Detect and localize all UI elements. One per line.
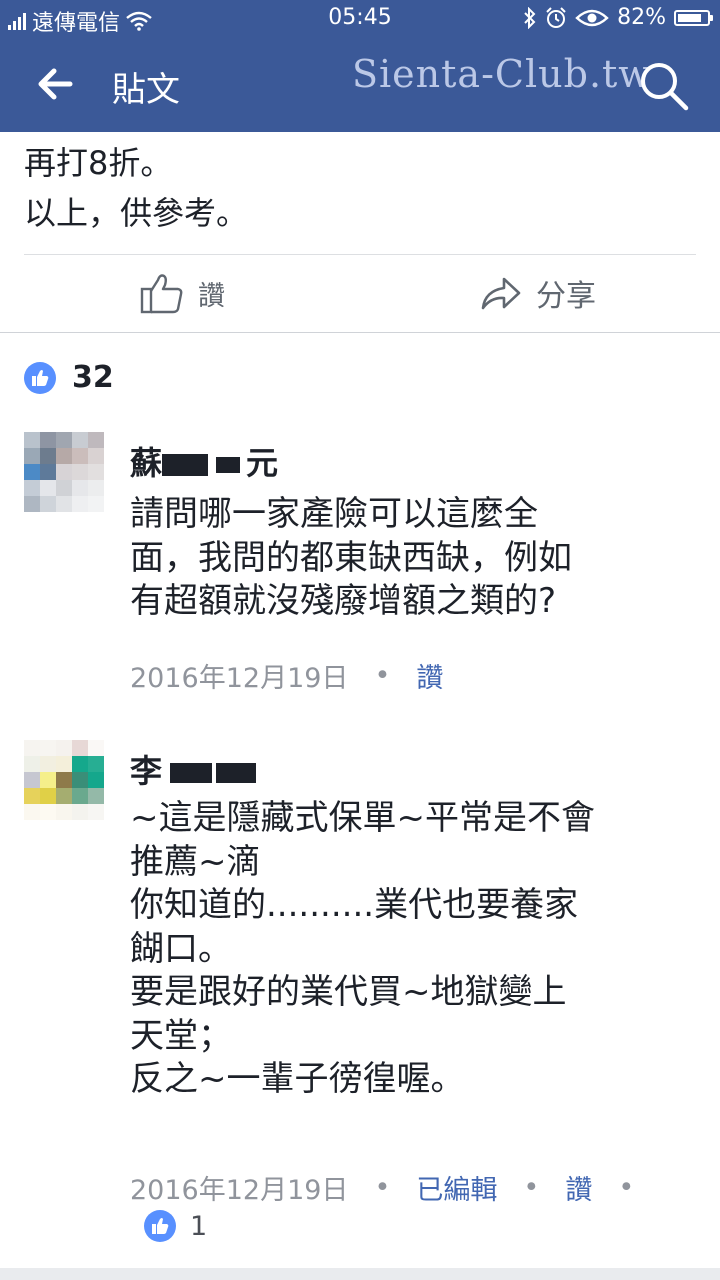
comment-line: 要是跟好的業代買~地獄變上	[130, 972, 567, 1012]
comment-line: ~這是隱藏式保單~平常是不會	[130, 798, 595, 838]
search-icon	[641, 63, 689, 111]
avatar[interactable]	[24, 740, 104, 820]
share-button[interactable]: 分享	[480, 270, 596, 316]
like-count: 1	[190, 1210, 208, 1242]
section-divider	[0, 332, 720, 333]
redaction-block	[162, 454, 209, 476]
comment-line: 你知道的..........業代也要養家	[130, 885, 579, 925]
comment-text: ~這是隱藏式保單~平常是不會 推薦~滴 你知道的..........業代也要養家…	[130, 797, 595, 1102]
comment-meta: 2016年12月19日 • 讚	[130, 656, 443, 695]
comment-line: 天堂；	[130, 1015, 232, 1056]
share-label: 分享	[536, 279, 596, 314]
status-right: 82%	[523, 5, 713, 30]
like-reaction-icon	[144, 1210, 176, 1242]
comment-line: 有超額就沒殘廢增額之類的?	[130, 581, 557, 621]
watermark: Sienta-Club.tw	[352, 52, 652, 96]
comment-text: 請問哪一家產險可以這麼全 面，我問的都東缺西缺，例如 有超額就沒殘廢增額之類的?	[130, 493, 572, 624]
like-reaction-icon	[24, 361, 56, 394]
redaction-block	[170, 763, 213, 783]
bluetooth-icon	[524, 6, 536, 29]
eye-icon	[575, 9, 609, 26]
comment-date[interactable]: 2016年12月19日	[130, 1168, 348, 1207]
separator-dot: •	[374, 660, 391, 691]
post-text: 再打8折。 以上，供參考。	[24, 138, 248, 238]
comment-date[interactable]: 2016年12月19日	[130, 656, 348, 695]
post-line: 再打8折。	[24, 144, 173, 182]
comment-line: 反之~一輩子徬徨喔。	[130, 1059, 465, 1099]
comment-author[interactable]: 蘇 元	[130, 440, 278, 482]
battery-percent: 82%	[617, 5, 666, 30]
search-button[interactable]	[636, 58, 692, 114]
separator-dot: •	[374, 1172, 391, 1203]
back-button[interactable]	[30, 58, 82, 110]
redaction-block	[216, 763, 257, 783]
battery-fill	[678, 13, 701, 22]
thumbs-up-icon	[140, 274, 183, 314]
author-name-start: 李	[130, 752, 163, 790]
comment-line: 請問哪一家產險可以這麼全	[130, 494, 538, 534]
comment-like-link[interactable]: 讚	[416, 656, 443, 695]
separator-dot: •	[618, 1172, 635, 1203]
comment-line: 餬口。	[130, 928, 232, 969]
back-arrow-icon	[38, 68, 73, 100]
like-button[interactable]: 讚	[140, 270, 225, 316]
share-arrow-icon	[481, 277, 521, 310]
page-title: 貼文	[112, 70, 180, 110]
divider	[24, 254, 696, 255]
app-header: 貼文 Sienta-Club.tw	[0, 36, 720, 132]
reaction-count: 32	[72, 360, 114, 395]
comment-like-count[interactable]: 1	[144, 1210, 207, 1242]
author-name-end: 元	[246, 444, 279, 482]
status-bar: 遠傳電信 05:45 82%	[0, 0, 720, 36]
post-line: 以上，供參考。	[24, 194, 249, 232]
edited-label[interactable]: 已編輯	[416, 1168, 497, 1207]
author-name-start: 蘇	[130, 444, 163, 482]
alarm-icon	[546, 6, 566, 28]
separator-dot: •	[523, 1172, 540, 1203]
comment-meta: 2016年12月19日 • 已編輯 • 讚 •	[130, 1168, 634, 1207]
battery-icon	[674, 9, 713, 26]
comment-line: 推薦~滴	[130, 841, 261, 882]
comment-like-link[interactable]: 讚	[565, 1168, 592, 1207]
comment-line: 面，我問的都東缺西缺，例如	[130, 537, 572, 578]
reactions-summary[interactable]: 32	[24, 360, 114, 395]
comment-author[interactable]: 李	[130, 748, 257, 790]
bottom-strip	[0, 1268, 720, 1280]
redaction-block	[216, 457, 241, 473]
avatar[interactable]	[24, 432, 104, 512]
like-label: 讚	[198, 280, 225, 312]
